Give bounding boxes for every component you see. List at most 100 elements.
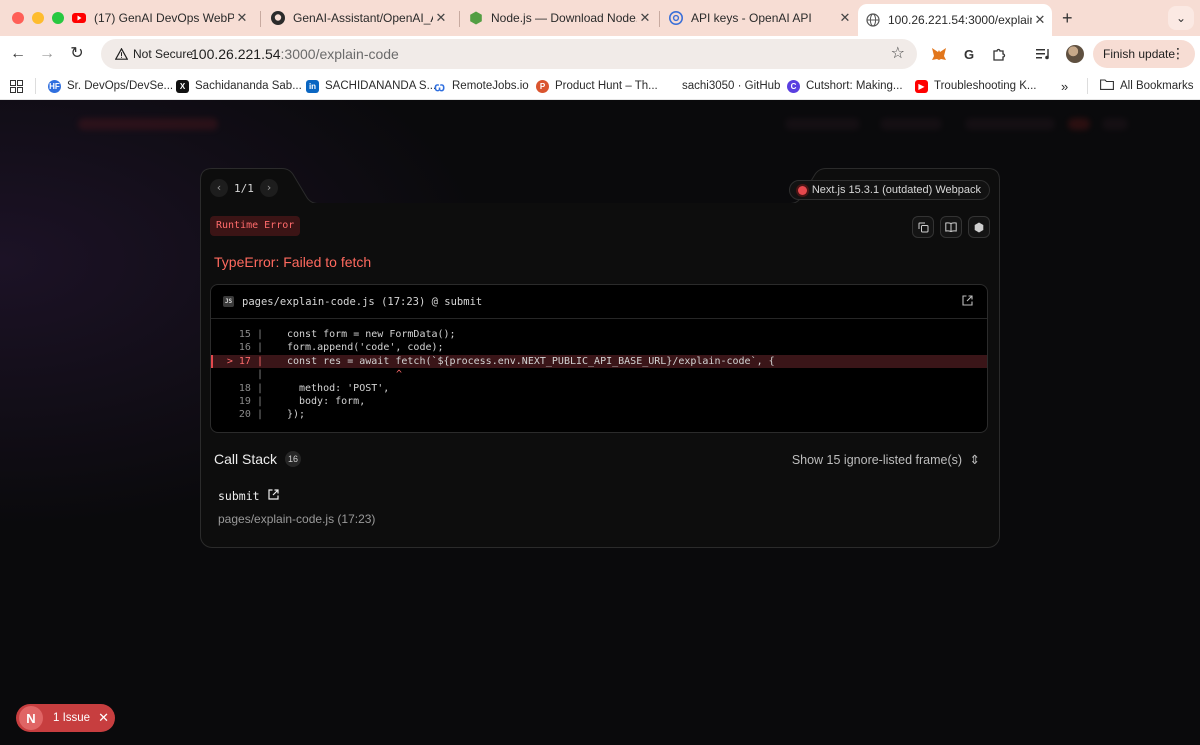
- extension-g-icon[interactable]: G: [960, 45, 978, 63]
- remotejobs-icon: ꞷ: [434, 79, 445, 94]
- show-ignored-frames-button[interactable]: Show 15 ignore-listed frame(s) ⇕: [792, 452, 980, 467]
- nextjs-logo-icon: N: [19, 706, 43, 730]
- expand-chevrons-icon: ⇕: [969, 453, 980, 467]
- tab-github[interactable]: GenAI-Assistant/OpenAI_API ✕: [263, 6, 453, 30]
- all-bookmarks-label: All Bookmarks: [1120, 80, 1194, 92]
- bookmark-item[interactable]: P Product Hunt – Th...: [536, 78, 658, 94]
- finish-update-button[interactable]: Finish update ⋮: [1093, 40, 1195, 68]
- js-file-icon: JS: [223, 296, 234, 307]
- prev-error-chevron-icon[interactable]: ‹: [210, 179, 228, 197]
- reload-icon[interactable]: ↻: [66, 43, 88, 65]
- metamask-icon[interactable]: [930, 45, 948, 63]
- line-number: 15 |: [238, 329, 263, 340]
- tab-youtube[interactable]: (17) GenAI DevOps WebProject ✕: [64, 6, 254, 30]
- code-line: 18 | method: 'POST',: [211, 382, 987, 395]
- bookmark-star-icon[interactable]: ☆: [891, 43, 905, 63]
- extensions-puzzle-icon[interactable]: [990, 45, 1008, 63]
- close-tab-icon[interactable]: ✕: [433, 10, 449, 26]
- bookmark-item[interactable]: in SACHIDANANDA S...: [306, 78, 436, 94]
- media-controls-icon[interactable]: [1035, 45, 1053, 63]
- line-source: });: [287, 409, 306, 421]
- minimize-window-button[interactable]: [32, 12, 44, 24]
- address-bar[interactable]: Not Secure 100.26.221.54:3000/explain-co…: [101, 39, 917, 69]
- all-bookmarks[interactable]: All Bookmarks: [1100, 78, 1194, 94]
- blurred-app-header: [0, 100, 1200, 152]
- bookmark-item[interactable]: C Cutshort: Making...: [787, 78, 903, 94]
- error-message: TypeError: Failed to fetch: [214, 254, 372, 270]
- tab-explain-code-active[interactable]: 100.26.221.54:3000/explain-code ✕: [858, 4, 1052, 36]
- cutshort-icon: C: [787, 79, 800, 93]
- new-tab-button[interactable]: +: [1062, 8, 1073, 29]
- bookmark-label: SACHIDANANDA S...: [325, 80, 437, 92]
- tab-title: GenAI-Assistant/OpenAI_API: [293, 11, 433, 25]
- browser-toolbar: ← → ↻ Not Secure 100.26.221.54:3000/expl…: [0, 36, 1200, 72]
- youtube-icon: ▶: [915, 79, 928, 93]
- page-viewport: ‹ 1/1 › Next.js 15.3.1 (outdated) Webpac…: [0, 100, 1200, 745]
- tab-search-chevron-icon[interactable]: ⌄: [1168, 6, 1194, 30]
- code-line: 16 | form.append('code', code);: [211, 341, 987, 354]
- tab-title: Node.js — Download Node.js®: [491, 11, 637, 25]
- close-tab-icon[interactable]: ✕: [234, 10, 250, 26]
- x-icon: X: [176, 79, 189, 93]
- call-stack-heading: Call Stack 16: [214, 451, 302, 467]
- close-icon[interactable]: ✕: [98, 710, 109, 726]
- back-arrow-icon[interactable]: ←: [7, 43, 29, 65]
- bookmark-label: Product Hunt – Th...: [555, 80, 658, 92]
- line-number: 19 |: [238, 395, 263, 407]
- producthunt-icon: P: [536, 79, 549, 93]
- apps-grid-icon[interactable]: [10, 78, 23, 94]
- tab-openai[interactable]: API keys - OpenAI API ✕: [661, 6, 857, 30]
- zoom-window-button[interactable]: [52, 12, 64, 24]
- open-in-editor-icon[interactable]: [267, 489, 279, 503]
- copy-icon[interactable]: [912, 216, 934, 238]
- nodejs-icon: [469, 11, 483, 25]
- line-source: const form = new FormData();: [287, 329, 456, 340]
- not-secure-label: Not Secure: [133, 47, 194, 61]
- github-icon: [271, 11, 285, 25]
- bookmark-item[interactable]: ꞷ RemoteJobs.io: [433, 78, 529, 94]
- nodejs-inspector-icon[interactable]: [968, 216, 990, 238]
- url-text[interactable]: 100.26.221.54:3000/explain-code: [191, 46, 399, 62]
- open-in-editor-icon[interactable]: [962, 295, 973, 309]
- hf-icon: HF: [48, 79, 61, 93]
- next-error-chevron-icon[interactable]: ›: [259, 179, 278, 197]
- call-stack-title: Call Stack: [214, 451, 278, 467]
- stack-frame-name: submit: [218, 489, 260, 503]
- bookmark-label: Sachidananda Sab...: [195, 80, 302, 92]
- code-line: 20 |});: [211, 408, 987, 421]
- bookmark-item[interactable]: ▶ Troubleshooting K...: [915, 78, 1037, 94]
- status-dot-icon: [797, 185, 807, 195]
- close-tab-icon[interactable]: ✕: [837, 10, 853, 26]
- line-source: method: 'POST',: [299, 382, 390, 394]
- error-caret: ^: [396, 369, 403, 381]
- bookmark-label: Troubleshooting K...: [934, 80, 1037, 92]
- url-path: :3000/explain-code: [280, 46, 399, 62]
- close-window-button[interactable]: [12, 12, 24, 24]
- bookmark-item[interactable]: X Sachidananda Sab...: [176, 78, 302, 94]
- bookmarks-bar: HF Sr. DevOps/DevSe... X Sachidananda Sa…: [0, 72, 1200, 100]
- site-security-chip[interactable]: Not Secure: [107, 43, 201, 65]
- more-menu-icon[interactable]: ⋮: [1171, 45, 1185, 62]
- close-tab-icon[interactable]: ✕: [1032, 12, 1048, 28]
- docs-book-icon[interactable]: [940, 216, 962, 238]
- profile-avatar[interactable]: [1066, 45, 1084, 63]
- stack-frame-location: pages/explain-code.js (17:23): [218, 512, 376, 526]
- tab-title: (17) GenAI DevOps WebProject: [94, 11, 234, 25]
- code-line-highlighted: > 17 | const res = await fetch(`${process…: [211, 354, 987, 369]
- code-frame: JS pages/explain-code.js (17:23) @ submi…: [210, 284, 988, 433]
- nextjs-version-badge[interactable]: Next.js 15.3.1 (outdated) Webpack: [788, 180, 990, 200]
- line-number: > 17 |: [226, 355, 263, 367]
- youtube-icon: [72, 11, 86, 25]
- issues-badge[interactable]: N 1 Issue ✕: [16, 704, 115, 732]
- code-frame-header: JS pages/explain-code.js (17:23) @ submi…: [211, 285, 987, 319]
- bookmark-item[interactable]: HF Sr. DevOps/DevSe...: [48, 78, 173, 94]
- close-tab-icon[interactable]: ✕: [637, 10, 653, 26]
- bookmark-label: RemoteJobs.io: [452, 80, 529, 92]
- stack-frame-function[interactable]: submit: [218, 489, 279, 503]
- more-bookmarks-chevron-icon[interactable]: »: [1061, 78, 1068, 94]
- tab-nodejs[interactable]: Node.js — Download Node.js® ✕: [461, 6, 657, 30]
- bookmark-item[interactable]: sachi3050 · GitHub: [682, 78, 780, 94]
- forward-arrow-icon[interactable]: →: [36, 43, 58, 65]
- code-frame-file: pages/explain-code.js (17:23) @ submit: [242, 295, 483, 308]
- globe-icon: [866, 13, 880, 27]
